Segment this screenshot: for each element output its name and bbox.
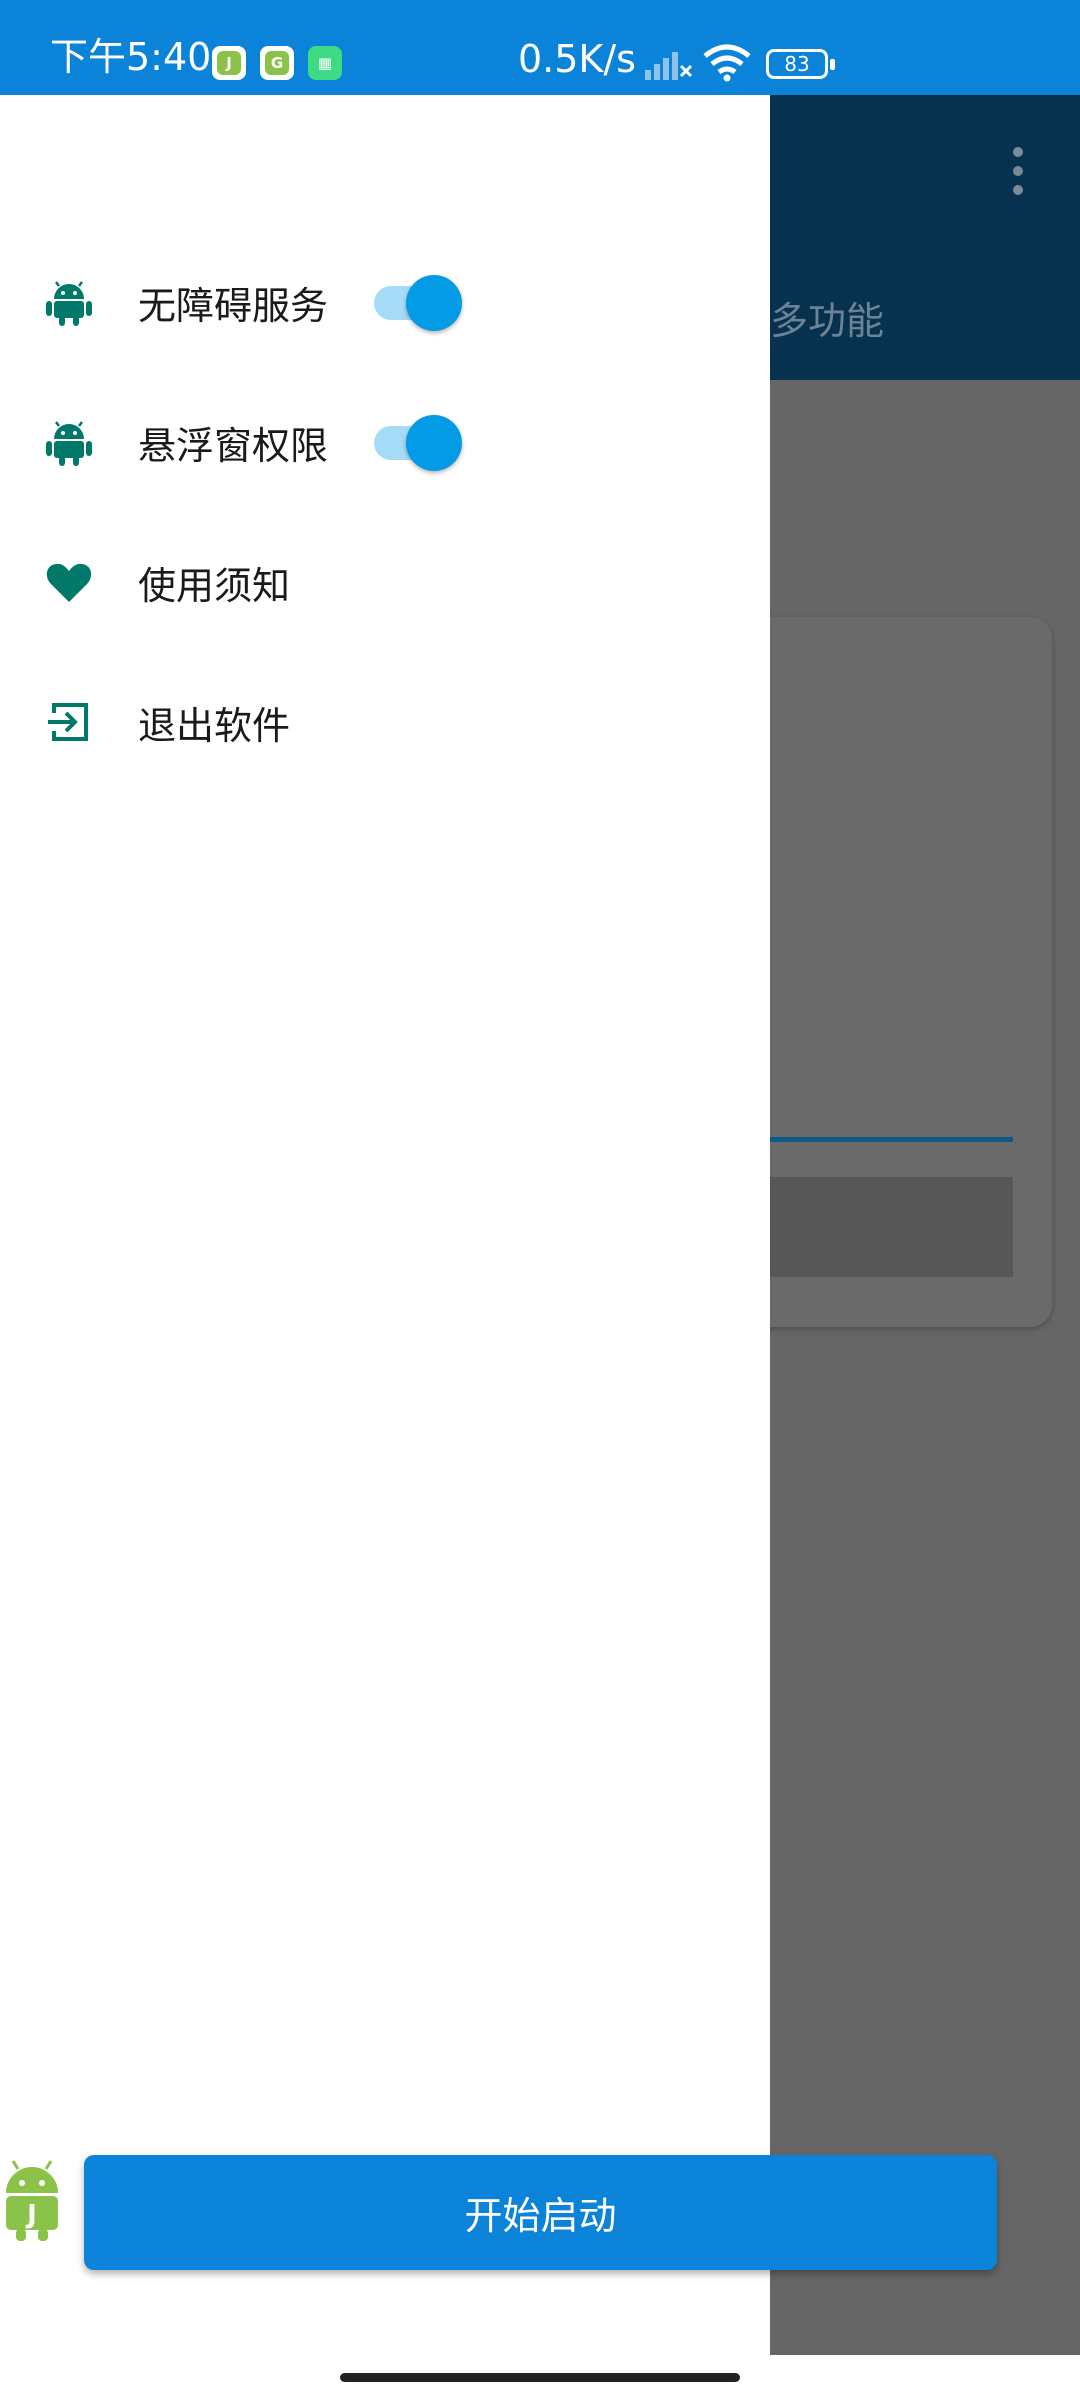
- navigation-gesture-bar: [0, 2355, 1080, 2400]
- app-j-icon: J: [212, 46, 246, 80]
- drawer-item-label: 无障碍服务: [138, 283, 329, 328]
- battery-level: 83: [784, 52, 810, 76]
- floating-assistant-icon[interactable]: J: [0, 2155, 64, 2241]
- heart-icon: [46, 563, 92, 602]
- wifi-icon: [703, 44, 751, 82]
- drawer-item-label: 退出软件: [138, 703, 291, 748]
- drawer-item-usage-notice[interactable]: 使用须知: [0, 532, 770, 632]
- android-grid-icon: ▦: [308, 46, 342, 80]
- app-g-icon: G: [260, 46, 294, 80]
- start-button[interactable]: 开始启动: [84, 2155, 997, 2270]
- network-speed: 0.5K/s: [518, 37, 636, 81]
- accessibility-toggle[interactable]: [372, 274, 462, 331]
- navigation-drawer: 无障碍服务 悬浮窗权限 使用须知 退出软件: [0, 95, 770, 2355]
- android-icon: [46, 281, 92, 326]
- notification-icons: J G ▦: [212, 46, 342, 80]
- drawer-item-label: 悬浮窗权限: [138, 423, 329, 468]
- drawer-item-overlay-permission[interactable]: 悬浮窗权限: [0, 392, 770, 492]
- svg-text:J: J: [25, 2200, 37, 2230]
- drawer-item-label: 使用须知: [138, 563, 291, 608]
- toggle-thumb: [406, 275, 462, 331]
- drawer-item-exit[interactable]: 退出软件: [0, 672, 770, 772]
- tab-multi-function[interactable]: 多功能: [770, 290, 884, 345]
- status-time: 下午5:40: [50, 35, 212, 79]
- exit-icon: [48, 703, 88, 741]
- home-indicator[interactable]: [340, 2373, 740, 2382]
- overlay-permission-toggle[interactable]: [372, 414, 462, 471]
- android-icon: [46, 421, 92, 466]
- signal-icon: [645, 52, 693, 80]
- drawer-item-accessibility[interactable]: 无障碍服务: [0, 252, 770, 352]
- status-bar: 下午5:40 J G ▦ 0.5K/s 83: [0, 0, 1080, 95]
- toggle-thumb: [406, 415, 462, 471]
- battery-indicator: 83: [766, 49, 835, 79]
- overflow-menu-icon[interactable]: [1008, 147, 1028, 197]
